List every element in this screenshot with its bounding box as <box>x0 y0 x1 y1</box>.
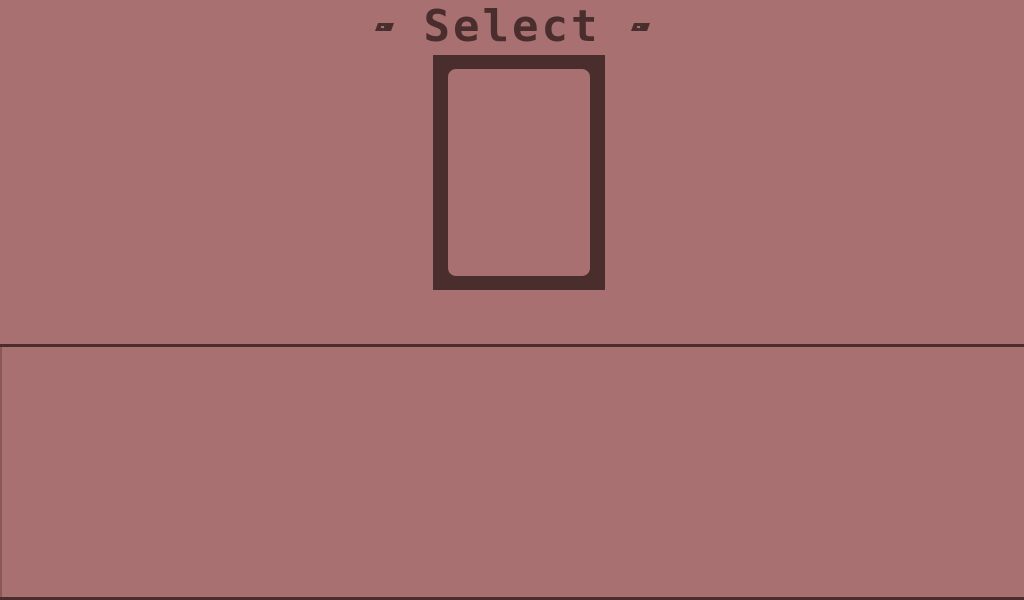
card-slot[interactable] <box>433 55 605 290</box>
message-panel <box>0 347 1024 597</box>
selection-panel: Select <box>0 0 1024 344</box>
card-slot-empty-area <box>448 69 590 276</box>
left-double-dash-icon <box>374 23 394 31</box>
page-title: Select <box>423 1 601 52</box>
right-double-dash-icon <box>631 23 651 31</box>
title-row: Select <box>0 4 1024 50</box>
